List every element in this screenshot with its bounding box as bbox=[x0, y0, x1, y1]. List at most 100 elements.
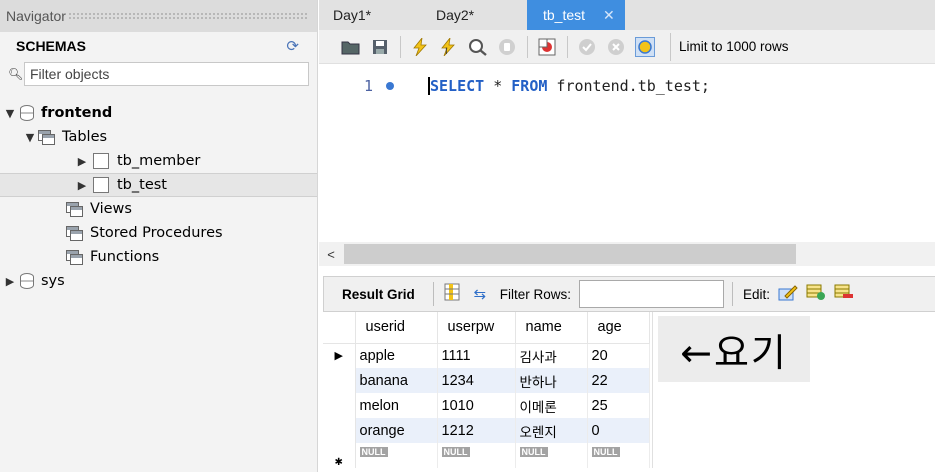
tree-item-tables[interactable]: ▼ Tables bbox=[0, 125, 317, 149]
result-grid: userid userpw name age ▶ apple 1111 김사과 … bbox=[323, 312, 653, 468]
edit-label: Edit: bbox=[743, 286, 771, 302]
edit-row-icon[interactable] bbox=[778, 283, 798, 305]
table-cell[interactable]: 22 bbox=[587, 368, 650, 393]
table-icon bbox=[93, 177, 109, 193]
table-cell[interactable]: NULL bbox=[515, 443, 588, 468]
horizontal-scrollbar[interactable]: < bbox=[319, 242, 935, 266]
drag-handle[interactable] bbox=[67, 12, 309, 20]
table-cell[interactable]: 20 bbox=[587, 343, 650, 368]
database-icon bbox=[20, 105, 34, 121]
sql-editor[interactable]: 1 SELECT * FROM frontend.tb_test; bbox=[319, 64, 935, 242]
null-badge: NULL bbox=[519, 447, 548, 457]
column-header[interactable]: name bbox=[515, 312, 588, 344]
table-cell[interactable]: NULL bbox=[355, 443, 438, 468]
table-cell[interactable]: 반하나 bbox=[515, 368, 588, 393]
table-row[interactable]: ▶ apple 1111 김사과 20 bbox=[323, 343, 650, 368]
tree-item-label: sys bbox=[41, 273, 65, 289]
tab-bar: Day1* Day2* tb_test ✕ bbox=[319, 0, 935, 30]
column-header[interactable]: userid bbox=[355, 312, 438, 344]
table-cell[interactable]: 이메론 bbox=[515, 393, 588, 418]
sql-text: * bbox=[484, 77, 512, 95]
tree-item-label: Views bbox=[90, 201, 132, 217]
result-grid-label[interactable]: Result Grid bbox=[324, 287, 425, 302]
database-icon bbox=[20, 273, 34, 289]
folder-icon bbox=[38, 129, 56, 145]
execute-current-icon[interactable]: I bbox=[439, 37, 459, 57]
table-cell[interactable]: 0 bbox=[587, 418, 650, 443]
tab-day1[interactable]: Day1* bbox=[319, 0, 422, 30]
table-cell[interactable]: banana bbox=[355, 368, 438, 393]
table-cell[interactable]: 김사과 bbox=[515, 343, 588, 368]
tree-item-stored-procedures[interactable]: Stored Procedures bbox=[0, 221, 317, 245]
table-cell[interactable]: NULL bbox=[587, 443, 650, 468]
tree-item-sys[interactable]: ▶ sys bbox=[0, 269, 317, 293]
grid-view-icon[interactable] bbox=[442, 283, 462, 305]
table-row[interactable]: orange 1212 오렌지 0 bbox=[323, 418, 650, 443]
save-icon[interactable] bbox=[370, 37, 390, 57]
tree-item-views[interactable]: Views bbox=[0, 197, 317, 221]
table-row[interactable]: melon 1010 이메론 25 bbox=[323, 393, 650, 418]
sql-statement: SELECT * FROM frontend.tb_test; bbox=[428, 77, 710, 95]
table-cell[interactable]: melon bbox=[355, 393, 438, 418]
scroll-left-icon[interactable]: < bbox=[319, 247, 343, 262]
current-row-icon[interactable]: ▶ bbox=[323, 343, 356, 368]
tab-day2[interactable]: Day2* bbox=[422, 0, 527, 30]
filter-objects-input[interactable] bbox=[24, 62, 309, 86]
tree-item-functions[interactable]: Functions bbox=[0, 245, 317, 269]
folder-icon bbox=[66, 201, 84, 217]
expand-arrow-icon[interactable]: ▼ bbox=[4, 107, 16, 120]
table-cell[interactable]: 1010 bbox=[437, 393, 516, 418]
autocommit-icon[interactable] bbox=[635, 36, 655, 57]
search-icon: 🔍︎ bbox=[8, 67, 24, 81]
explain-icon[interactable] bbox=[468, 37, 488, 57]
column-header[interactable]: userpw bbox=[437, 312, 516, 344]
row-header[interactable] bbox=[323, 418, 356, 443]
table-cell[interactable]: apple bbox=[355, 343, 438, 368]
table-cell[interactable]: 1234 bbox=[437, 368, 516, 393]
new-row-icon[interactable]: ✱ bbox=[323, 443, 356, 468]
null-badge: NULL bbox=[441, 447, 470, 457]
toggle-error-icon[interactable] bbox=[537, 37, 557, 57]
row-header[interactable] bbox=[323, 368, 356, 393]
new-row[interactable]: ✱ NULL NULL NULL NULL bbox=[323, 443, 650, 468]
sql-keyword: FROM bbox=[511, 77, 548, 95]
filter-rows-input[interactable] bbox=[579, 280, 725, 308]
navigator-panel: Navigator SCHEMAS ⟳ 🔍︎ ▼ frontend ▼ Tabl… bbox=[0, 0, 318, 472]
navigator-title: Navigator bbox=[6, 8, 66, 24]
table-cell[interactable]: NULL bbox=[437, 443, 516, 468]
null-badge: NULL bbox=[359, 447, 388, 457]
stop-icon[interactable] bbox=[497, 37, 517, 57]
refresh-icon[interactable]: ⟳ bbox=[286, 37, 299, 55]
grid-header-row: userid userpw name age bbox=[323, 312, 650, 344]
collapse-arrow-icon[interactable]: ▶ bbox=[76, 179, 88, 192]
limit-rows-select[interactable]: Limit to 1000 rows bbox=[670, 32, 797, 61]
open-file-icon[interactable] bbox=[341, 37, 361, 57]
expand-arrow-icon[interactable]: ▼ bbox=[24, 131, 36, 144]
execute-icon[interactable] bbox=[410, 37, 430, 57]
rollback-icon[interactable] bbox=[606, 37, 626, 57]
table-cell[interactable]: 1212 bbox=[437, 418, 516, 443]
refresh-results-icon[interactable]: ⇆ bbox=[470, 285, 490, 303]
delete-row-icon[interactable] bbox=[834, 283, 854, 305]
commit-icon[interactable] bbox=[577, 37, 597, 57]
collapse-arrow-icon[interactable]: ▶ bbox=[76, 155, 88, 168]
table-row[interactable]: banana 1234 반하나 22 bbox=[323, 368, 650, 393]
row-header[interactable] bbox=[323, 393, 356, 418]
tree-item-label: tb_test bbox=[117, 177, 167, 193]
toolbar-separator bbox=[400, 35, 401, 58]
tree-item-tb-test[interactable]: ▶ tb_test bbox=[0, 173, 317, 197]
table-cell[interactable]: 25 bbox=[587, 393, 650, 418]
table-cell[interactable]: 1111 bbox=[437, 343, 516, 368]
tree-item-frontend[interactable]: ▼ frontend bbox=[0, 101, 317, 125]
table-cell[interactable]: 오렌지 bbox=[515, 418, 588, 443]
close-icon[interactable]: ✕ bbox=[603, 7, 615, 24]
table-cell[interactable]: orange bbox=[355, 418, 438, 443]
tab-tb-test[interactable]: tb_test ✕ bbox=[527, 0, 625, 30]
code-line: 1 SELECT * FROM frontend.tb_test; bbox=[319, 76, 710, 96]
toolbar-separator bbox=[567, 35, 568, 58]
collapse-arrow-icon[interactable]: ▶ bbox=[4, 275, 16, 288]
column-header[interactable]: age bbox=[587, 312, 650, 344]
tree-item-tb-member[interactable]: ▶ tb_member bbox=[0, 149, 317, 173]
scrollbar-thumb[interactable] bbox=[344, 244, 796, 264]
insert-row-icon[interactable] bbox=[806, 283, 826, 305]
